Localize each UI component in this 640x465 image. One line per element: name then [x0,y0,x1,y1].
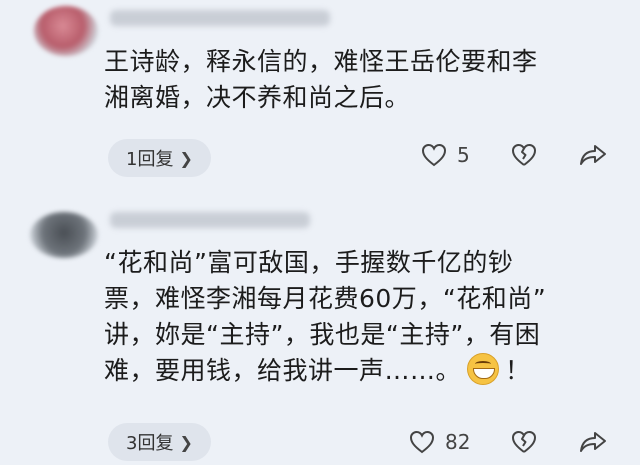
share-arrow-icon [580,145,606,165]
dislike-button[interactable] [511,143,537,167]
heart-icon [409,430,435,454]
like-count: 5 [457,143,470,167]
broken-heart-icon [512,144,536,166]
chevron-right-icon: ❯ [179,432,193,452]
reply-button[interactable]: 3回复 ❯ [108,423,211,461]
share-button[interactable] [579,430,607,454]
reply-count-label: 3回复 [126,433,174,454]
username-blurred[interactable] [110,212,310,228]
grin-emoji-icon [467,353,500,385]
reply-count-label: 1回复 [126,149,174,170]
broken-heart-icon [512,431,536,453]
heart-icon [421,143,447,167]
avatar[interactable] [30,212,98,258]
username-blurred[interactable] [110,10,330,26]
comment-text: 王诗龄，释永信的，难怪王岳伦要和李 湘离婚，决不养和尚之后。 [104,47,538,112]
reply-button[interactable]: 1回复 ❯ [108,139,211,177]
comment-text: “花和尚”富可敌国，手握数千亿的钞 票，难怪李湘每月花费60万，“花和尚” 讲，… [104,248,547,385]
share-arrow-icon [580,432,606,452]
dislike-button[interactable] [511,430,537,454]
chevron-right-icon: ❯ [179,148,193,168]
like-button[interactable]: 5 [421,143,470,167]
share-button[interactable] [579,143,607,167]
like-count: 82 [445,430,471,454]
avatar[interactable] [34,6,98,56]
like-button[interactable]: 82 [409,430,470,454]
